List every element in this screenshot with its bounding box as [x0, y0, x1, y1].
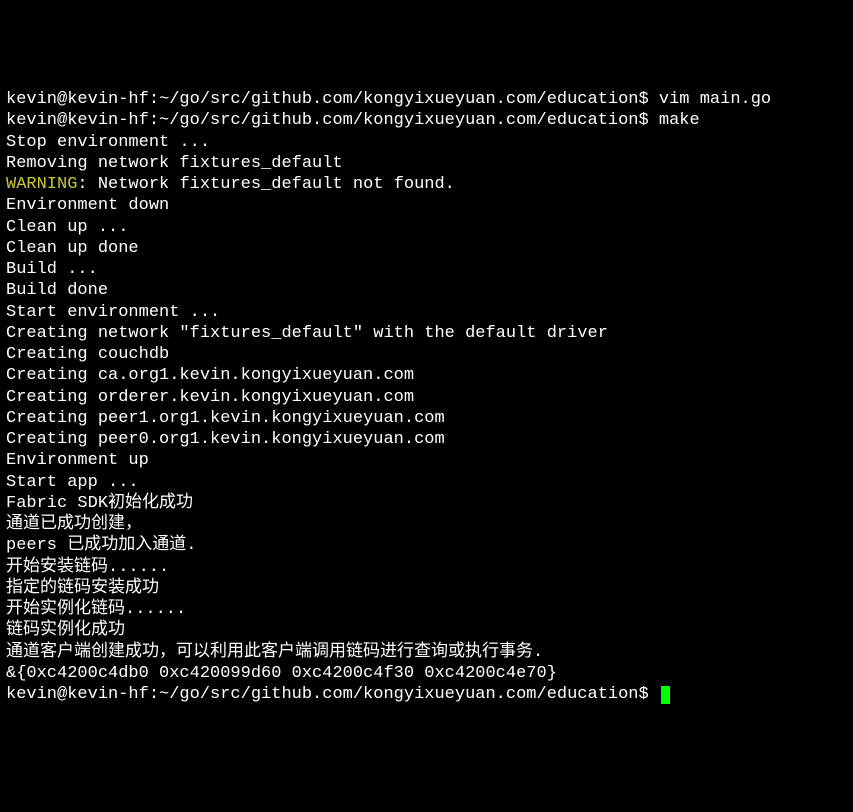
- output-text: 开始安装链码......: [6, 558, 169, 577]
- terminal-line: Creating couchdb: [6, 344, 847, 365]
- terminal-line: Clean up ...: [6, 217, 847, 238]
- shell-prompt: kevin@kevin-hf:~/go/src/github.com/kongy…: [6, 685, 659, 704]
- output-text: 通道客户端创建成功，可以利用此客户端调用链码进行查询或执行事务.: [6, 643, 543, 662]
- terminal-line: Creating peer1.org1.kevin.kongyixueyuan.…: [6, 408, 847, 429]
- output-text: Removing network fixtures_default: [6, 154, 343, 173]
- shell-command: vim main.go: [659, 90, 771, 109]
- output-text: peers 已成功加入通道.: [6, 536, 196, 555]
- terminal-line: kevin@kevin-hf:~/go/src/github.com/kongy…: [6, 110, 847, 131]
- shell-command: make: [659, 111, 700, 130]
- terminal-line: 开始实例化链码......: [6, 599, 847, 620]
- output-text: Creating ca.org1.kevin.kongyixueyuan.com: [6, 366, 414, 385]
- terminal-line: Creating peer0.org1.kevin.kongyixueyuan.…: [6, 429, 847, 450]
- terminal-line: Fabric SDK初始化成功: [6, 493, 847, 514]
- output-text: Start app ...: [6, 473, 139, 492]
- terminal-line: 通道已成功创建，: [6, 514, 847, 535]
- terminal-line: Environment up: [6, 450, 847, 471]
- output-text: Start environment ...: [6, 303, 220, 322]
- terminal-line: Build done: [6, 280, 847, 301]
- output-text: Stop environment ...: [6, 133, 210, 152]
- output-text: Creating couchdb: [6, 345, 169, 364]
- terminal-line: &{0xc4200c4db0 0xc420099d60 0xc4200c4f30…: [6, 663, 847, 684]
- output-text: Build done: [6, 281, 108, 300]
- terminal-line: Build ...: [6, 259, 847, 280]
- warning-label: WARNING: [6, 175, 77, 194]
- shell-prompt: kevin@kevin-hf:~/go/src/github.com/kongy…: [6, 111, 659, 130]
- output-text: 通道已成功创建，: [6, 515, 142, 534]
- terminal-line: Start app ...: [6, 472, 847, 493]
- output-text: &{0xc4200c4db0 0xc420099d60 0xc4200c4f30…: [6, 664, 557, 683]
- terminal-line: WARNING: Network fixtures_default not fo…: [6, 174, 847, 195]
- warning-text: : Network fixtures_default not found.: [77, 175, 454, 194]
- output-text: Clean up done: [6, 239, 139, 258]
- terminal-line: Stop environment ...: [6, 132, 847, 153]
- terminal-line: 开始安装链码......: [6, 557, 847, 578]
- shell-prompt: kevin@kevin-hf:~/go/src/github.com/kongy…: [6, 90, 659, 109]
- terminal-line: 通道客户端创建成功，可以利用此客户端调用链码进行查询或执行事务.: [6, 642, 847, 663]
- output-text: Creating network "fixtures_default" with…: [6, 324, 608, 343]
- cursor: [661, 686, 670, 704]
- terminal-line: Creating orderer.kevin.kongyixueyuan.com: [6, 387, 847, 408]
- terminal-line: Environment down: [6, 195, 847, 216]
- terminal-line: Removing network fixtures_default: [6, 153, 847, 174]
- output-text: 指定的链码安装成功: [6, 579, 159, 598]
- output-text: 链码实例化成功: [6, 621, 125, 640]
- output-text: Build ...: [6, 260, 98, 279]
- terminal-line: Clean up done: [6, 238, 847, 259]
- terminal-line: kevin@kevin-hf:~/go/src/github.com/kongy…: [6, 89, 847, 110]
- terminal-line: Start environment ...: [6, 302, 847, 323]
- terminal-line: 链码实例化成功: [6, 620, 847, 641]
- terminal[interactable]: kevin@kevin-hf:~/go/src/github.com/kongy…: [6, 89, 847, 705]
- output-text: Environment down: [6, 196, 169, 215]
- terminal-line: peers 已成功加入通道.: [6, 535, 847, 556]
- output-text: Creating peer0.org1.kevin.kongyixueyuan.…: [6, 430, 445, 449]
- terminal-line: 指定的链码安装成功: [6, 578, 847, 599]
- terminal-line: Creating network "fixtures_default" with…: [6, 323, 847, 344]
- output-text: Creating peer1.org1.kevin.kongyixueyuan.…: [6, 409, 445, 428]
- terminal-line: kevin@kevin-hf:~/go/src/github.com/kongy…: [6, 684, 847, 705]
- output-text: Clean up ...: [6, 218, 128, 237]
- terminal-line: Creating ca.org1.kevin.kongyixueyuan.com: [6, 365, 847, 386]
- output-text: 开始实例化链码......: [6, 600, 186, 619]
- output-text: Creating orderer.kevin.kongyixueyuan.com: [6, 388, 414, 407]
- output-text: Fabric SDK初始化成功: [6, 494, 193, 513]
- output-text: Environment up: [6, 451, 149, 470]
